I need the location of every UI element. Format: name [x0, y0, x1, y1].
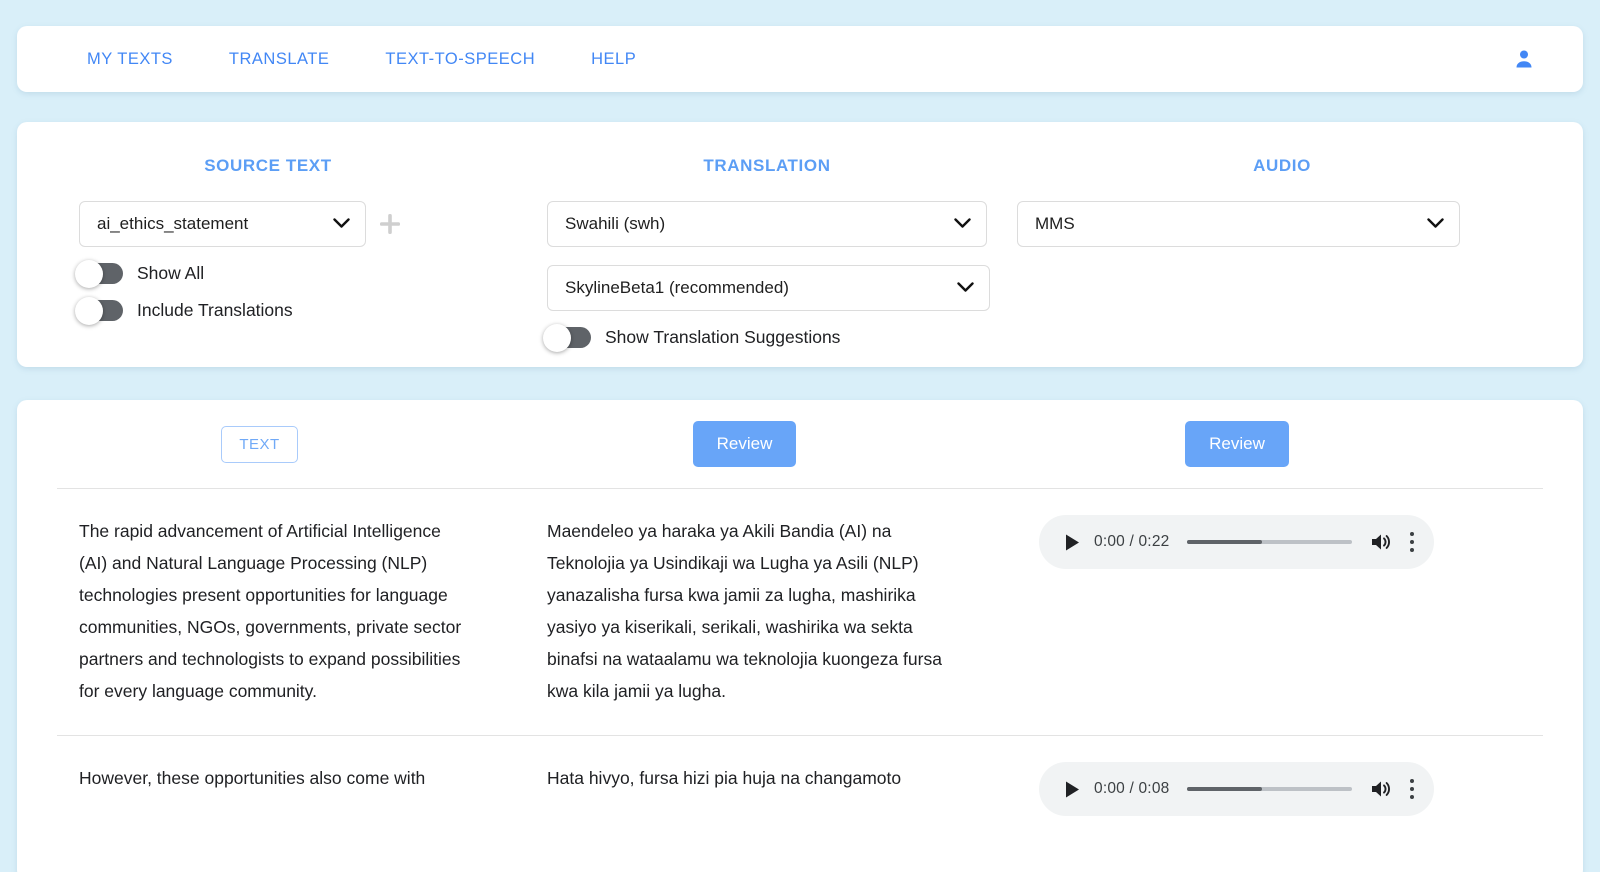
- translation-paragraph: Hata hivyo, fursa hizi pia huja na chang…: [547, 768, 902, 788]
- audio-cell: 0:00 / 0:08: [987, 762, 1547, 816]
- nav-item-help[interactable]: HELP: [591, 50, 636, 69]
- audio-engine-value: MMS: [1035, 214, 1075, 233]
- add-source-text-button[interactable]: [376, 210, 404, 238]
- text-column-header: TEXT: [17, 425, 502, 463]
- translation-text-cell: Maendeleo ya haraka ya Akili Bandia (AI)…: [502, 515, 987, 707]
- audio-cell: 0:00 / 0:22: [987, 515, 1547, 569]
- volume-icon[interactable]: [1370, 779, 1392, 799]
- source-text-column: SOURCE TEXT ai_ethics_statement Show All…: [17, 122, 502, 367]
- language-select-row: Swahili (swh): [547, 201, 987, 247]
- audio-title: AUDIO: [1253, 156, 1311, 175]
- table-row: However, these opportunities also come w…: [17, 736, 1583, 844]
- source-document-select[interactable]: ai_ethics_statement: [79, 201, 366, 247]
- audio-column: AUDIO MMS: [987, 122, 1547, 367]
- toggle-knob: [75, 259, 103, 288]
- translation-language-select[interactable]: Swahili (swh): [547, 201, 987, 247]
- translation-model-select[interactable]: SkylineBeta1 (recommended): [547, 265, 990, 311]
- translation-text-cell: Hata hivyo, fursa hizi pia huja na chang…: [502, 762, 987, 794]
- audio-progress-fill: [1187, 540, 1262, 544]
- include-translations-toggle-row: Include Translations: [75, 296, 502, 325]
- chevron-down-icon: [954, 214, 971, 234]
- chevron-down-icon: [1427, 214, 1444, 234]
- source-text-title: SOURCE TEXT: [204, 156, 332, 175]
- top-navigation-bar: MY TEXTS TRANSLATE TEXT-TO-SPEECH HELP: [17, 26, 1583, 92]
- content-panel: TEXT Review Review The rapid advancement…: [17, 400, 1583, 872]
- settings-panel: SOURCE TEXT ai_ethics_statement Show All…: [17, 122, 1583, 367]
- show-all-toggle-row: Show All: [75, 259, 502, 288]
- audio-engine-select[interactable]: MMS: [1017, 201, 1460, 247]
- audio-progress-fill: [1187, 787, 1262, 791]
- translation-review-button[interactable]: Review: [692, 421, 797, 467]
- audio-progress-bar[interactable]: [1187, 540, 1352, 544]
- chevron-down-icon: [957, 278, 974, 298]
- source-select-row: ai_ethics_statement: [79, 201, 502, 247]
- translation-title: TRANSLATION: [703, 156, 831, 175]
- show-translation-suggestions-toggle[interactable]: [543, 323, 591, 352]
- translation-paragraph: Maendeleo ya haraka ya Akili Bandia (AI)…: [547, 521, 942, 701]
- audio-time-display: 0:00 / 0:08: [1094, 780, 1170, 797]
- table-row: The rapid advancement of Artificial Inte…: [17, 489, 1583, 735]
- play-icon[interactable]: [1065, 534, 1080, 551]
- app-page: MY TEXTS TRANSLATE TEXT-TO-SPEECH HELP S…: [0, 26, 1600, 872]
- audio-column-header: Review: [987, 421, 1547, 467]
- nav-links: MY TEXTS TRANSLATE TEXT-TO-SPEECH HELP: [87, 50, 1511, 69]
- content-header-row: TEXT Review Review: [17, 400, 1583, 488]
- translation-column: TRANSLATION Swahili (swh) SkylineBeta1 (…: [502, 122, 990, 367]
- show-translation-suggestions-label: Show Translation Suggestions: [605, 327, 841, 347]
- nav-item-text-to-speech[interactable]: TEXT-TO-SPEECH: [385, 50, 535, 69]
- nav-item-translate[interactable]: TRANSLATE: [229, 50, 329, 69]
- include-translations-toggle[interactable]: [75, 296, 123, 325]
- source-paragraph: However, these opportunities also come w…: [79, 768, 426, 788]
- show-translation-suggestions-toggle-row: Show Translation Suggestions: [543, 323, 987, 352]
- source-document-value: ai_ethics_statement: [97, 214, 249, 233]
- kebab-menu-icon[interactable]: [1410, 532, 1414, 552]
- include-translations-label: Include Translations: [137, 300, 293, 320]
- source-text-cell: The rapid advancement of Artificial Inte…: [17, 515, 502, 707]
- toggle-knob: [543, 323, 571, 352]
- person-icon[interactable]: [1511, 46, 1537, 72]
- kebab-menu-icon[interactable]: [1410, 779, 1414, 799]
- audio-progress-bar[interactable]: [1187, 787, 1352, 791]
- chevron-down-icon: [333, 214, 350, 234]
- source-text-cell: However, these opportunities also come w…: [17, 762, 502, 794]
- translation-model-value: SkylineBeta1 (recommended): [565, 278, 789, 297]
- toggle-knob: [75, 296, 103, 325]
- text-toggle-button[interactable]: TEXT: [221, 425, 298, 463]
- source-paragraph: The rapid advancement of Artificial Inte…: [79, 521, 462, 701]
- audio-time-display: 0:00 / 0:22: [1094, 533, 1170, 550]
- show-all-toggle[interactable]: [75, 259, 123, 288]
- volume-icon[interactable]: [1370, 532, 1392, 552]
- audio-player[interactable]: 0:00 / 0:22: [1039, 515, 1434, 569]
- audio-select-row: MMS: [1017, 201, 1547, 247]
- nav-item-my-texts[interactable]: MY TEXTS: [87, 50, 173, 69]
- translation-column-header: Review: [502, 421, 987, 467]
- translation-language-value: Swahili (swh): [565, 214, 666, 233]
- audio-review-button[interactable]: Review: [1185, 421, 1289, 467]
- play-icon[interactable]: [1065, 781, 1080, 798]
- audio-player[interactable]: 0:00 / 0:08: [1039, 762, 1434, 816]
- show-all-label: Show All: [137, 263, 205, 283]
